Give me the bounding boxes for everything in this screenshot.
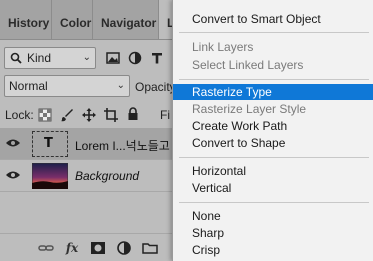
layer-name[interactable]: Lorem I...넉노들고 <box>75 137 170 154</box>
filter-kind-dropdown[interactable]: Kind ⌄ <box>4 47 96 69</box>
menu-item-convert-to-smart-object[interactable]: Convert to Smart Object <box>173 11 373 27</box>
menu-separator <box>179 79 369 80</box>
menu-item-link-layers: Link Layers <box>192 40 254 54</box>
blend-mode-label: Normal <box>9 79 48 93</box>
blend-mode-dropdown[interactable]: Normal ⌄ <box>4 75 130 97</box>
filter-kind-label: Kind <box>27 51 52 65</box>
lock-label: Lock: <box>5 108 34 122</box>
menu-separator <box>179 32 369 33</box>
menu-separator <box>179 202 369 203</box>
adjustment-filter-icon[interactable] <box>128 51 142 65</box>
fill-label: Fi <box>160 108 170 122</box>
tab-divider <box>0 39 180 40</box>
visibility-eye-icon[interactable] <box>6 170 20 180</box>
menu-item-create-work-path[interactable]: Create Work Path <box>173 118 373 134</box>
context-menu: Convert to Smart Object Link Layers Sele… <box>172 0 373 261</box>
fx-icon[interactable]: fx <box>64 240 80 256</box>
brush-icon[interactable] <box>60 108 74 122</box>
menu-separator <box>179 157 369 158</box>
tab-navigator[interactable]: Navigator <box>93 0 159 40</box>
move-icon[interactable] <box>82 108 96 122</box>
lock-icon[interactable] <box>126 107 140 121</box>
background-thumbnail <box>32 163 68 189</box>
menu-item-sharp[interactable]: Sharp <box>173 225 373 241</box>
artboard-icon[interactable] <box>104 108 118 122</box>
mask-icon[interactable] <box>90 240 106 256</box>
filter-row: Kind ⌄ <box>0 46 180 70</box>
link-icon[interactable] <box>38 240 54 256</box>
folder-icon[interactable] <box>142 240 158 256</box>
text-layer-thumbnail: T <box>32 131 68 157</box>
image-filter-icon[interactable] <box>106 51 120 65</box>
chevron-down-icon: ⌄ <box>82 52 91 63</box>
tab-color[interactable]: Color <box>52 0 93 40</box>
panel-tab-bar: History Color Navigator L <box>0 0 180 40</box>
type-icon: T <box>44 136 53 151</box>
layers-bottom-bar: fx <box>0 233 180 261</box>
search-icon <box>10 52 22 64</box>
layers-panel: History Color Navigator L Kind ⌄ Normal … <box>0 0 180 261</box>
type-filter-icon[interactable] <box>150 51 164 65</box>
lock-transparent-icon[interactable] <box>38 108 52 122</box>
layer-row-text[interactable]: T Lorem I...넉노들고 <box>0 128 180 160</box>
adjustment-icon[interactable] <box>116 240 132 256</box>
menu-item-horizontal[interactable]: Horizontal <box>173 163 373 179</box>
lock-row: Lock: Fi <box>0 103 180 127</box>
tab-history[interactable]: History <box>0 0 52 40</box>
layer-name[interactable]: Background <box>75 169 139 183</box>
menu-item-rasterize-layer-style: Rasterize Layer Style <box>192 102 307 116</box>
blend-row: Normal ⌄ Opacity <box>0 74 180 98</box>
menu-item-crisp[interactable]: Crisp <box>173 242 373 258</box>
visibility-eye-icon[interactable] <box>6 138 20 148</box>
menu-item-none[interactable]: None <box>173 208 373 224</box>
menu-item-vertical[interactable]: Vertical <box>173 180 373 196</box>
menu-item-rasterize-type[interactable]: Rasterize Type <box>173 84 373 100</box>
opacity-label: Opacity <box>135 80 176 94</box>
menu-item-select-linked-layers: Select Linked Layers <box>192 58 304 72</box>
menu-item-convert-to-shape[interactable]: Convert to Shape <box>173 135 373 151</box>
layer-row-background[interactable]: Background <box>0 160 180 192</box>
chevron-down-icon: ⌄ <box>116 80 125 91</box>
